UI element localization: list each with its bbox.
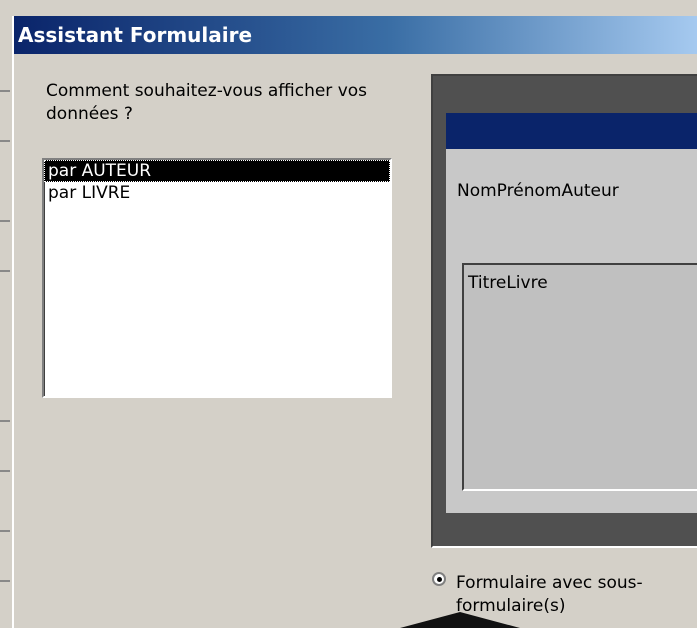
radio-label-text: Formulaire avec sous-formulaire(s) bbox=[456, 573, 643, 616]
subform-radio-button[interactable] bbox=[432, 572, 446, 586]
preview-form-window: NomPrénomAuteur TitreLivre bbox=[446, 113, 697, 513]
preview-form-titlebar bbox=[446, 113, 697, 149]
display-mode-listbox[interactable]: par AUTEUR par LIVRE bbox=[42, 158, 392, 398]
preview-field-author: NomPrénomAuteur bbox=[457, 181, 619, 201]
background-window-strip bbox=[0, 0, 697, 17]
dialog-title: Assistant Formulaire bbox=[18, 23, 253, 47]
radio-selected-dot bbox=[437, 577, 442, 582]
list-item-par-livre[interactable]: par LIVRE bbox=[44, 182, 390, 204]
list-item-par-auteur[interactable]: par AUTEUR bbox=[44, 160, 390, 182]
preview-subform-field: TitreLivre bbox=[468, 273, 548, 293]
form-preview-panel: NomPrénomAuteur TitreLivre bbox=[431, 74, 697, 548]
overlay-arrow-shape bbox=[400, 612, 520, 628]
background-window-edge bbox=[0, 0, 12, 628]
form-wizard-dialog: Assistant Formulaire Comment souhaitez-v… bbox=[12, 16, 697, 628]
preview-subform: TitreLivre bbox=[462, 263, 697, 491]
question-label: Comment souhaitez-vous afficher vos donn… bbox=[46, 81, 368, 124]
dialog-titlebar[interactable]: Assistant Formulaire bbox=[14, 16, 697, 54]
